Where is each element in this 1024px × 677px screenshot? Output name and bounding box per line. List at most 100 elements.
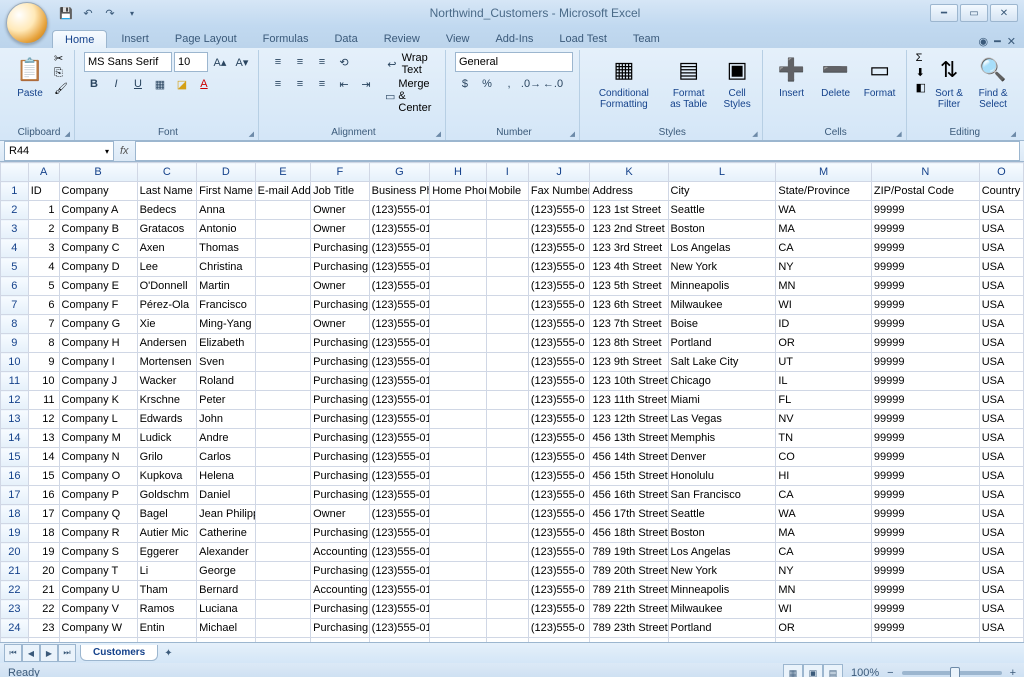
- cell[interactable]: USA: [979, 258, 1023, 277]
- cell[interactable]: 99999: [871, 486, 979, 505]
- cell[interactable]: Last Name: [137, 182, 197, 201]
- cell[interactable]: 6: [28, 296, 59, 315]
- cell[interactable]: [486, 467, 528, 486]
- cell[interactable]: (123)555-0100: [369, 315, 430, 334]
- tab-nav-last-icon[interactable]: ⏭: [58, 644, 76, 662]
- cell[interactable]: (123)555-0: [528, 239, 590, 258]
- cell[interactable]: Owner: [311, 315, 370, 334]
- cell[interactable]: Goldschm: [137, 486, 197, 505]
- cell[interactable]: 2: [28, 220, 59, 239]
- cell[interactable]: (123)555-0: [528, 277, 590, 296]
- cell[interactable]: NY: [776, 562, 872, 581]
- cell[interactable]: New York: [668, 258, 776, 277]
- cell[interactable]: 123 11th Street: [590, 391, 668, 410]
- sheet-tab-customers[interactable]: Customers: [80, 645, 158, 661]
- cell[interactable]: 456 14th Street: [590, 448, 668, 467]
- cell[interactable]: 14: [28, 448, 59, 467]
- format-button[interactable]: ▭Format: [860, 52, 900, 101]
- border-icon[interactable]: ▦: [150, 74, 170, 94]
- cell[interactable]: Company J: [59, 372, 137, 391]
- cell[interactable]: Gratacos: [137, 220, 197, 239]
- cell[interactable]: Lee: [137, 258, 197, 277]
- cell[interactable]: 789 20th Street: [590, 562, 668, 581]
- row-header-1[interactable]: 1: [1, 182, 29, 201]
- cell[interactable]: Purchasing: [311, 391, 370, 410]
- cell[interactable]: [255, 258, 310, 277]
- cell[interactable]: 123 4th Street: [590, 258, 668, 277]
- cell[interactable]: Xie: [137, 315, 197, 334]
- tab-view[interactable]: View: [434, 30, 482, 48]
- cell[interactable]: Seattle: [668, 201, 776, 220]
- cell[interactable]: Las Vegas: [668, 410, 776, 429]
- cell[interactable]: [255, 429, 310, 448]
- cell[interactable]: Jean Philippe: [197, 505, 256, 524]
- cell[interactable]: Milwaukee: [668, 296, 776, 315]
- cell[interactable]: (123)555-0100: [369, 467, 430, 486]
- cell[interactable]: 456 15th Street: [590, 467, 668, 486]
- cell[interactable]: Elizabeth: [197, 334, 256, 353]
- cell[interactable]: 456 13th Street: [590, 429, 668, 448]
- cell[interactable]: 19: [28, 543, 59, 562]
- cell[interactable]: Company B: [59, 220, 137, 239]
- cell[interactable]: 123 3rd Street: [590, 239, 668, 258]
- cell[interactable]: (123)555-0: [528, 600, 590, 619]
- cell[interactable]: [430, 315, 486, 334]
- cell[interactable]: (123)555-0100: [369, 258, 430, 277]
- cell[interactable]: (123)555-0: [528, 391, 590, 410]
- cell[interactable]: USA: [979, 220, 1023, 239]
- cell[interactable]: Jonas: [197, 638, 256, 643]
- cell[interactable]: USA: [979, 619, 1023, 638]
- cell[interactable]: Tham: [137, 581, 197, 600]
- cell[interactable]: 99999: [871, 239, 979, 258]
- cell[interactable]: Company Q: [59, 505, 137, 524]
- cell[interactable]: Company W: [59, 619, 137, 638]
- cell[interactable]: USA: [979, 467, 1023, 486]
- tab-nav-prev-icon[interactable]: ◀: [22, 644, 40, 662]
- cell[interactable]: [255, 391, 310, 410]
- cell[interactable]: Purchasing: [311, 239, 370, 258]
- cell[interactable]: CA: [776, 239, 872, 258]
- format-as-table-button[interactable]: ▤Format as Table: [663, 52, 715, 112]
- row-header-11[interactable]: 11: [1, 372, 29, 391]
- cell[interactable]: Bagel: [137, 505, 197, 524]
- cell[interactable]: 12: [28, 410, 59, 429]
- cell[interactable]: Catherine: [197, 524, 256, 543]
- cell[interactable]: USA: [979, 334, 1023, 353]
- cell[interactable]: Christina: [197, 258, 256, 277]
- cell[interactable]: 123 8th Street: [590, 334, 668, 353]
- cell[interactable]: [486, 619, 528, 638]
- cell[interactable]: Purchasing: [311, 600, 370, 619]
- cell[interactable]: (123)555-0: [528, 315, 590, 334]
- cell[interactable]: George: [197, 562, 256, 581]
- align-middle-icon[interactable]: ≡: [290, 52, 310, 72]
- cell[interactable]: 123 12th Street: [590, 410, 668, 429]
- cell[interactable]: [486, 562, 528, 581]
- cell[interactable]: (123)555-0100: [369, 239, 430, 258]
- font-size-input[interactable]: [174, 52, 208, 72]
- cell[interactable]: [255, 353, 310, 372]
- cell[interactable]: Miami: [668, 391, 776, 410]
- underline-icon[interactable]: U: [128, 74, 148, 94]
- cell[interactable]: [430, 467, 486, 486]
- cell[interactable]: [430, 277, 486, 296]
- tab-insert[interactable]: Insert: [109, 30, 161, 48]
- cell[interactable]: WA: [776, 505, 872, 524]
- find-select-button[interactable]: 🔍Find & Select: [972, 52, 1014, 112]
- cell[interactable]: 5: [28, 277, 59, 296]
- cell[interactable]: [430, 391, 486, 410]
- row-header-15[interactable]: 15: [1, 448, 29, 467]
- cell[interactable]: Minneapolis: [668, 277, 776, 296]
- cell[interactable]: [255, 296, 310, 315]
- cell[interactable]: [486, 391, 528, 410]
- row-header-17[interactable]: 17: [1, 486, 29, 505]
- cell[interactable]: Company A: [59, 201, 137, 220]
- cell[interactable]: [430, 353, 486, 372]
- cell[interactable]: [486, 543, 528, 562]
- cell[interactable]: Carlos: [197, 448, 256, 467]
- bold-icon[interactable]: B: [84, 74, 104, 94]
- cell[interactable]: (123)555-0100: [369, 543, 430, 562]
- save-icon[interactable]: 💾: [58, 5, 74, 21]
- cell[interactable]: [255, 372, 310, 391]
- cell[interactable]: IL: [776, 372, 872, 391]
- cell[interactable]: WI: [776, 296, 872, 315]
